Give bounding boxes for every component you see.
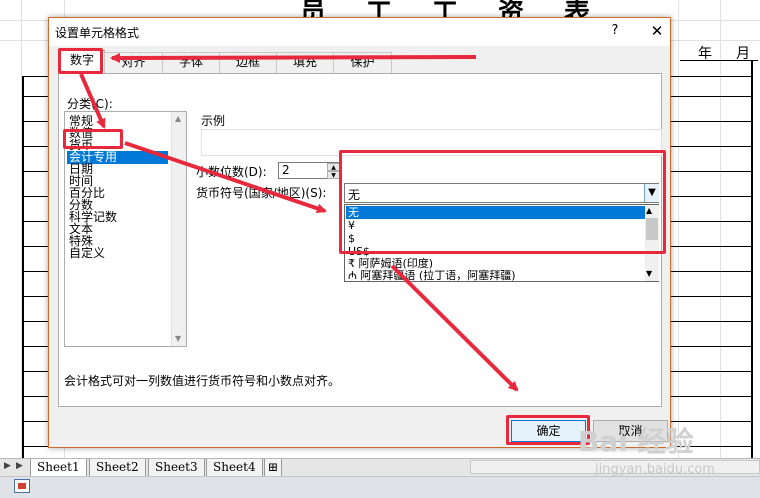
baidu-watermark-url: jingyan.baidu.com (595, 462, 715, 477)
annotation-arrow-category (79, 73, 106, 129)
annotation-arrow-currency (124, 141, 327, 214)
annotation-arrow-ok (390, 264, 519, 392)
annotation-arrow-tab (110, 52, 477, 63)
baidu-watermark-logo: Bai 经验 (578, 425, 694, 458)
